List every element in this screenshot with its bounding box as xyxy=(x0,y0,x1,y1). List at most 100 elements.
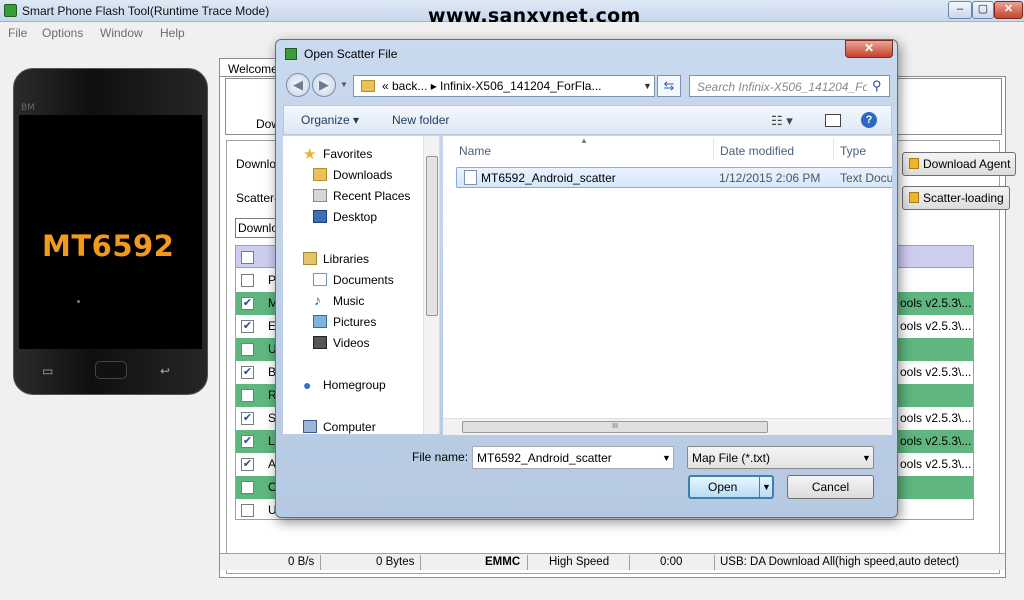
menu-file[interactable]: File xyxy=(8,26,27,40)
recent-locations-dropdown-icon[interactable]: ▼ xyxy=(340,80,348,89)
row-checkbox[interactable]: ✔ xyxy=(241,458,254,471)
row-checkbox[interactable] xyxy=(241,274,254,287)
status-speed: 0 B/s xyxy=(288,556,315,568)
new-folder-button[interactable]: New folder xyxy=(392,113,449,127)
dialog-toolbar: Organize ▾ New folder ☷ ▾ ? xyxy=(283,105,892,135)
homegroup-icon: ● xyxy=(303,377,312,393)
status-time: 0:00 xyxy=(660,556,683,568)
menu-help[interactable]: Help xyxy=(160,26,185,40)
nav-recent-label: Recent Places xyxy=(333,189,411,203)
view-options-icon[interactable]: ☷ ▾ xyxy=(771,113,793,129)
partition-name: L xyxy=(268,434,275,448)
nav-recent-places[interactable]: Recent Places xyxy=(283,186,423,206)
filename-input[interactable]: MT6592_Android_scatter ▼ xyxy=(472,446,674,469)
select-all-checkbox[interactable] xyxy=(241,251,254,264)
nav-music[interactable]: ♪ Music xyxy=(283,291,423,311)
search-icon[interactable]: ⚲ xyxy=(872,78,882,94)
tab-welcome-label: Welcome xyxy=(228,62,278,76)
chevron-down-icon[interactable]: ▼ xyxy=(862,453,871,463)
chevron-down-icon[interactable]: ▼ xyxy=(643,81,652,91)
pictures-icon xyxy=(313,315,327,328)
filename-value: MT6592_Android_scatter xyxy=(477,451,612,465)
column-type-header[interactable]: Type xyxy=(840,144,866,158)
dialog-app-icon xyxy=(285,48,297,60)
help-icon[interactable]: ? xyxy=(861,112,877,128)
cancel-button[interactable]: Cancel xyxy=(787,475,874,499)
address-path[interactable]: « back... ▸ Infinix-X506_141204_ForFla..… xyxy=(382,79,601,93)
file-type-select[interactable]: Map File (*.txt) ▼ xyxy=(687,446,874,469)
scatter-loading-button[interactable]: Scatter-loading xyxy=(902,186,1010,210)
nav-downloads-label: Downloads xyxy=(333,168,393,182)
row-checkbox[interactable]: ✔ xyxy=(241,320,254,333)
address-bar[interactable]: « back... ▸ Infinix-X506_141204_ForFla..… xyxy=(353,75,655,97)
download-agent-button[interactable]: Download Agent xyxy=(902,152,1017,176)
file-type-value: Map File (*.txt) xyxy=(692,451,771,465)
open-button[interactable]: Open ▼ xyxy=(688,475,774,499)
row-checkbox[interactable]: ✔ xyxy=(241,297,254,310)
menu-window[interactable]: Window xyxy=(100,26,143,40)
nav-downloads[interactable]: Downloads xyxy=(283,165,423,185)
filename-label: File name: xyxy=(412,450,469,464)
row-checkbox[interactable] xyxy=(241,389,254,402)
nav-scrollbar[interactable] xyxy=(423,136,439,434)
documents-icon xyxy=(313,273,327,286)
row-checkbox[interactable]: ✔ xyxy=(241,366,254,379)
partition-location: ools v2.5.3\... xyxy=(900,296,972,310)
row-checkbox[interactable] xyxy=(241,481,254,494)
scatter-label: Scatter- xyxy=(236,191,279,205)
window-title: Smart Phone Flash Tool(Runtime Trace Mod… xyxy=(22,4,270,18)
row-checkbox[interactable]: ✔ xyxy=(241,412,254,425)
nav-favorites[interactable]: ★ Favorites xyxy=(283,144,423,164)
nav-pictures[interactable]: Pictures xyxy=(283,312,423,332)
search-input[interactable]: Search Infinix-X506_141204_Fo... ⚲ xyxy=(689,75,890,97)
file-item-selected[interactable]: MT6592_Android_scatter 1/12/2015 2:06 PM… xyxy=(456,167,892,188)
forward-arrow-icon[interactable]: ▶ xyxy=(312,73,336,97)
minimize-button[interactable]: – xyxy=(948,1,972,19)
title-bar: Smart Phone Flash Tool(Runtime Trace Mod… xyxy=(0,0,1024,27)
nav-computer[interactable]: Computer xyxy=(283,417,423,434)
music-icon: ♪ xyxy=(314,292,321,308)
phone-brand-label: BM xyxy=(21,103,35,113)
maximize-button[interactable]: ▢ xyxy=(972,1,994,19)
row-checkbox[interactable] xyxy=(241,504,254,517)
nav-pictures-label: Pictures xyxy=(333,315,377,329)
nav-libraries[interactable]: Libraries xyxy=(283,249,423,269)
partition-location: ools v2.5.3\... xyxy=(900,365,972,379)
nav-documents[interactable]: Documents xyxy=(283,270,423,290)
file-item-type: Text Docu xyxy=(840,171,892,185)
navigation-pane: ★ Favorites Downloads Recent Places Desk… xyxy=(283,136,440,434)
refresh-icon[interactable]: ⇆ xyxy=(657,75,681,97)
nav-scroll-thumb[interactable] xyxy=(426,156,438,316)
dialog-close-button[interactable]: ✕ xyxy=(845,40,893,58)
chip-label: MT6592 xyxy=(42,229,175,263)
folder-icon xyxy=(361,80,375,92)
hscroll-thumb[interactable]: III xyxy=(462,421,768,433)
menu-options[interactable]: Options xyxy=(42,26,83,40)
file-list-hscrollbar[interactable]: III xyxy=(443,418,892,435)
nav-videos[interactable]: Videos xyxy=(283,333,423,353)
nav-homegroup[interactable]: ● Homegroup xyxy=(283,375,423,395)
preview-pane-icon[interactable] xyxy=(825,114,841,127)
status-storage: EMMC xyxy=(485,556,521,568)
search-placeholder: Search Infinix-X506_141204_Fo... xyxy=(697,80,867,94)
scatter-loading-button-label: Scatter-loading xyxy=(923,191,1004,205)
app-icon xyxy=(4,4,17,17)
column-date-header[interactable]: Date modified xyxy=(720,144,794,158)
chevron-down-icon[interactable]: ▼ xyxy=(762,482,771,492)
column-name-header[interactable]: Name xyxy=(459,144,491,158)
nav-music-label: Music xyxy=(333,294,365,308)
tab-welcome[interactable]: Welcome xyxy=(219,58,278,77)
chevron-down-icon[interactable]: ▼ xyxy=(662,453,671,463)
close-button[interactable]: ✕ xyxy=(994,1,1023,19)
open-scatter-dialog: Open Scatter File ✕ ◀ ▶ ▼ « back... ▸ In… xyxy=(275,39,898,518)
row-checkbox[interactable]: ✔ xyxy=(241,435,254,448)
back-arrow-icon[interactable]: ◀ xyxy=(286,73,310,97)
nav-computer-label: Computer xyxy=(323,420,376,434)
status-bytes: 0 Bytes xyxy=(376,556,415,568)
nav-desktop[interactable]: Desktop xyxy=(283,207,423,227)
organize-button[interactable]: Organize ▾ xyxy=(301,113,359,127)
sort-ascending-icon: ▲ xyxy=(580,136,588,145)
nav-desktop-label: Desktop xyxy=(333,210,378,224)
status-usb: USB: DA Download All(high speed,auto det… xyxy=(720,556,960,568)
row-checkbox[interactable] xyxy=(241,343,254,356)
